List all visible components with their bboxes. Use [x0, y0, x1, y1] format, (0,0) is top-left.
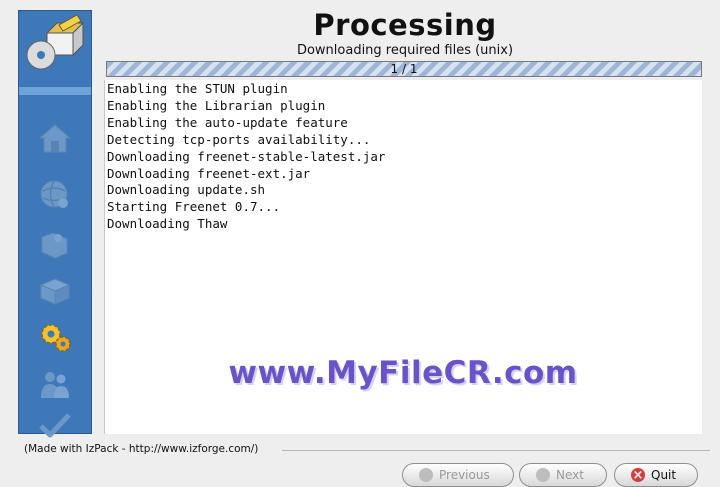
made-with-label: (Made with IzPack - http://www.izforge.c… [24, 443, 259, 455]
log-line: Downloading update.sh [107, 182, 266, 198]
home-icon [38, 124, 72, 153]
log-line: Enabling the STUN plugin [107, 81, 288, 96]
users-icon [41, 372, 69, 398]
log-line: Downloading Thaw [107, 216, 228, 232]
next-icon [536, 467, 550, 482]
log-line: Enabling the Librarian plugin [107, 97, 326, 113]
puzzle-icon [41, 232, 68, 259]
log-line: Downloading freenet-stable-latest.jar [107, 148, 386, 164]
next-button[interactable]: Next [519, 463, 607, 487]
page-title: Processing [313, 8, 497, 42]
log-line: Detecting tcp-ports availability... [107, 131, 371, 147]
sidebar-divider [19, 87, 91, 95]
gears-icon [41, 324, 71, 352]
quit-icon [631, 465, 645, 487]
previous-icon [419, 467, 433, 482]
footer-divider [282, 450, 710, 451]
progress-bar: 1 / 1 [106, 61, 702, 77]
log-line: Downloading freenet-ext.jar [107, 165, 311, 181]
installer-sidebar [18, 10, 92, 438]
globe-icon [40, 180, 68, 208]
quit-button[interactable]: Quit [614, 463, 698, 487]
watermark-text: www.MyFileCR.com [228, 355, 578, 391]
log-line: Enabling the auto-update feature [107, 114, 348, 130]
page-subtitle: Downloading required files (unix) [296, 43, 514, 58]
previous-button[interactable]: Previous [402, 463, 514, 487]
installer-logo-icon [26, 14, 85, 70]
log-line: Starting Freenet 0.7... [107, 199, 281, 215]
progress-label: 1 / 1 [390, 62, 418, 76]
box-icon [39, 278, 71, 305]
checkmark-icon [39, 413, 71, 438]
